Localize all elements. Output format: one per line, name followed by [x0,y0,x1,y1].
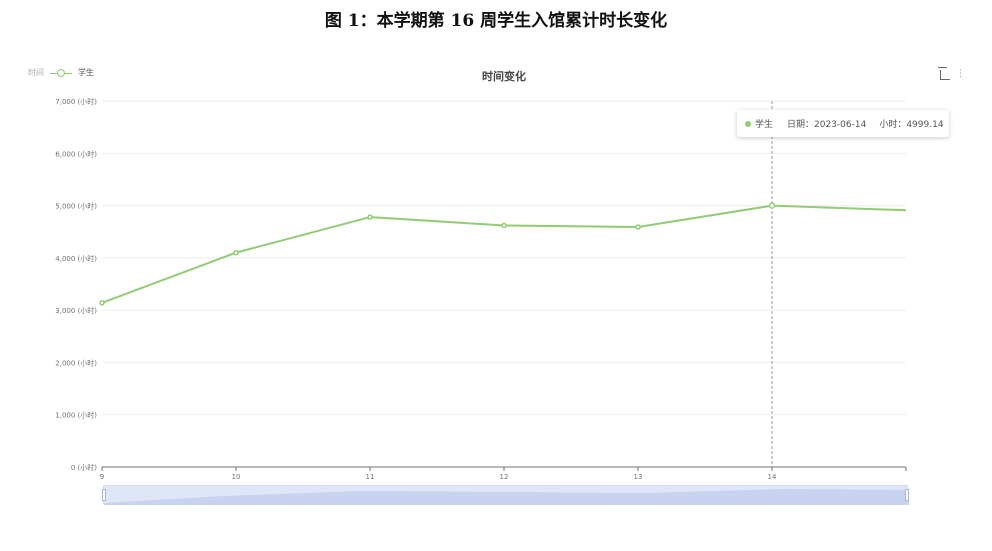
y-tick-label: 4,000 (小时) [55,254,97,263]
zoom-handle-right[interactable] [905,489,909,501]
tooltip-series-name: 学生 [755,120,774,130]
data-point[interactable] [99,300,105,306]
y-tick-label: 2,000 (小时) [55,358,97,367]
data-point[interactable] [367,214,373,220]
data-point[interactable] [233,249,239,256]
x-tick-label: 10 [232,473,241,481]
series-line [101,204,907,304]
line-chart[interactable]: 0 (小时) 1,000 (小时) 2,000 (小时) 3,000 (小时) 4,00… [0,0,992,551]
x-tick-label: 9 [100,473,104,481]
y-tick-label: 7,000 (小时) [55,97,97,106]
data-point[interactable] [501,222,507,229]
y-tick-label: 1,000 (小时) [55,411,97,420]
x-tick-label: 13 [634,473,643,481]
tooltip-series-dot-icon [745,120,751,127]
data-zoom-slider[interactable] [102,485,909,505]
zoom-handle-left[interactable] [102,489,106,501]
y-tick-label: 0 (小时) [71,463,97,472]
tooltip-value: 小时：4999.14 [879,120,944,130]
y-tick-label: 5,000 (小时) [55,202,97,211]
data-point[interactable] [768,202,776,209]
y-tick-label: 6,000 (小时) [55,149,97,158]
x-tick-label: 12 [500,473,509,481]
tooltip: 学生 日期：2023-06-14 小时：4999.14 [737,110,949,137]
tooltip-date: 日期：2023-06-14 [787,120,867,130]
x-tick-label: 11 [366,473,375,481]
y-tick-label: 3,000 (小时) [55,306,97,315]
zoom-preview-area [104,489,909,505]
data-point[interactable] [635,224,641,230]
x-tick-label: 14 [768,473,777,481]
